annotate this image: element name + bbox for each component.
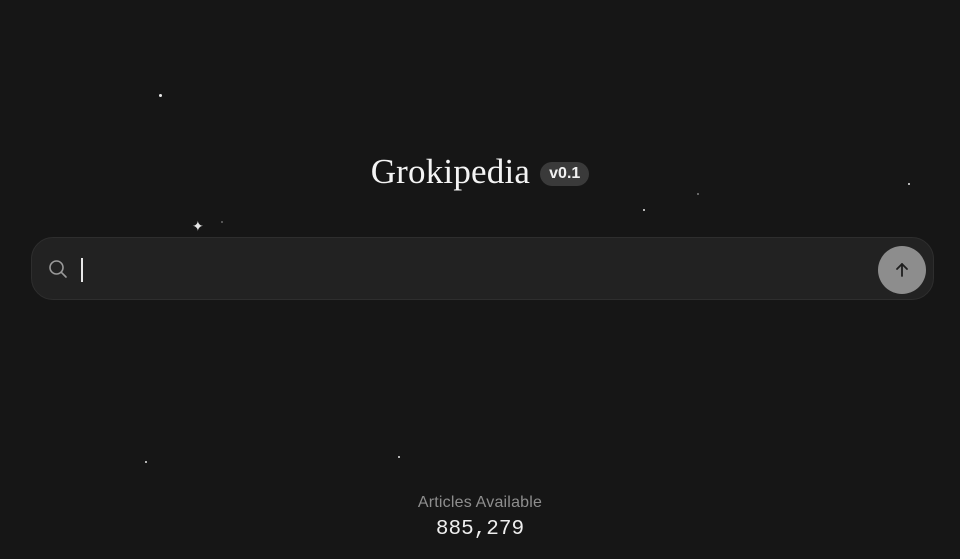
search-bar: [31, 237, 934, 300]
search-icon: [48, 259, 68, 279]
brand-title: Grokipedia: [370, 152, 531, 191]
star-decoration: [145, 461, 147, 463]
arrow-up-icon: [893, 261, 911, 279]
star-decoration: [221, 221, 223, 223]
star-decoration: [398, 456, 400, 458]
version-badge: v0.1: [540, 162, 590, 186]
search-input[interactable]: [80, 250, 870, 288]
article-stats: Articles Available 885,279: [0, 494, 960, 541]
brand-header: Grokipedia v0.1: [0, 152, 960, 192]
articles-available-label: Articles Available: [417, 494, 543, 511]
star-decoration: [697, 193, 699, 195]
star-decoration: [159, 94, 162, 97]
submit-search-button[interactable]: [878, 246, 926, 294]
articles-count: 885,279: [435, 518, 525, 541]
text-cursor: [81, 258, 83, 282]
star-decoration: [643, 209, 645, 211]
sparkle-star-icon: ✦: [192, 219, 204, 235]
